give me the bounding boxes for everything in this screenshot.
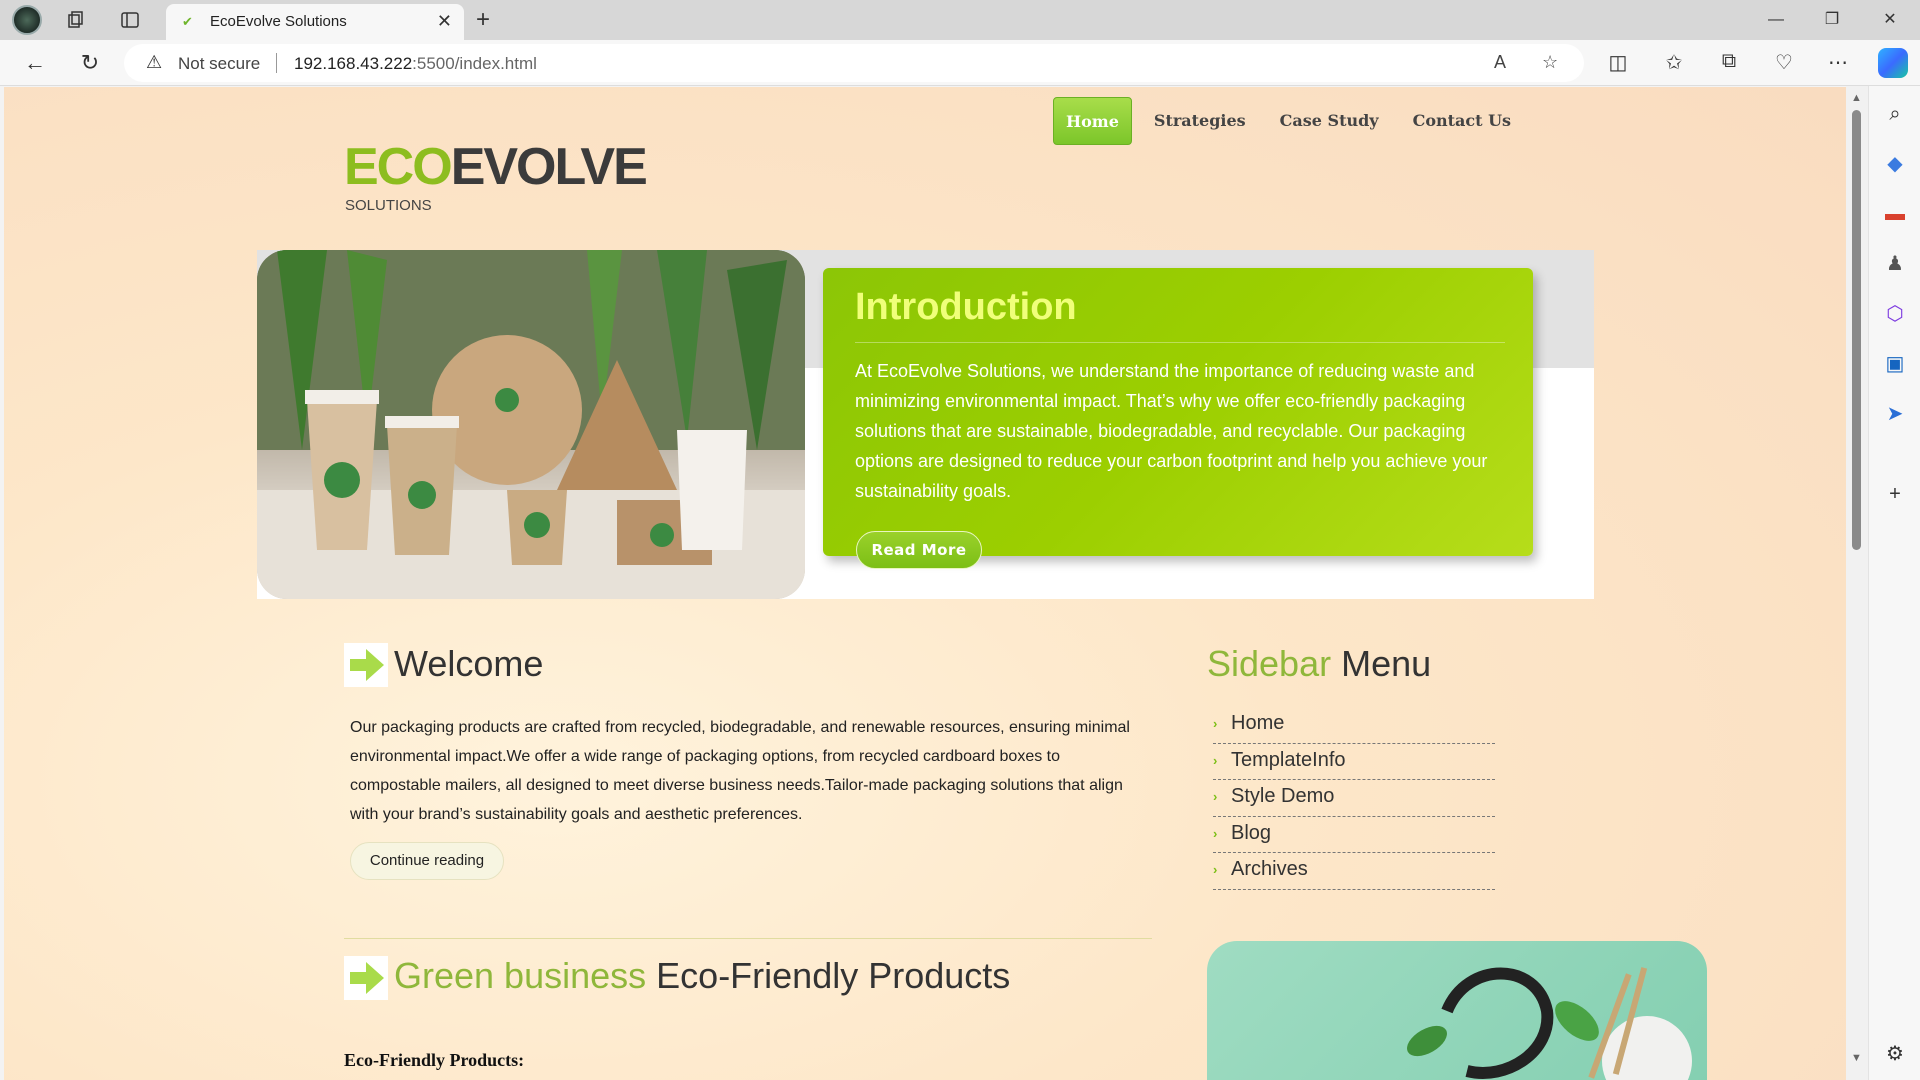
split-screen-icon[interactable]: ◫ [1604, 50, 1632, 75]
new-tab-icon[interactable]: + [476, 6, 490, 34]
browser-tab[interactable]: ✔ EcoEvolve Solutions ✕ [166, 4, 464, 40]
collections-icon[interactable]: ⧉ [1715, 50, 1743, 73]
browser-essentials-icon[interactable]: ♡ [1770, 50, 1798, 75]
sidebar-heading-dark: Menu [1341, 643, 1432, 684]
url-text[interactable]: 192.168.43.222:5500/index.html [294, 54, 537, 74]
intro-divider [855, 342, 1505, 343]
shopping-tag-icon[interactable]: ◆ [1883, 152, 1907, 176]
sidebar-item-label: Home [1231, 712, 1285, 734]
sidebar-item-style-demo[interactable]: › Style Demo [1213, 780, 1495, 817]
separator [276, 53, 277, 73]
copilot-icon[interactable] [1878, 48, 1908, 78]
eco-products-image [1207, 941, 1707, 1080]
sidebar-item-templateinfo[interactable]: › TemplateInfo [1213, 744, 1495, 780]
outlook-icon[interactable]: ▣ [1883, 352, 1907, 376]
send-icon[interactable]: ➤ [1883, 402, 1907, 426]
url-field[interactable]: ⚠ Not secure 192.168.43.222:5500/index.h… [124, 44, 1584, 82]
minimize-icon[interactable]: — [1756, 6, 1796, 34]
nav-home[interactable]: Home [1053, 97, 1132, 145]
site-logo[interactable]: ECOEVOLVE [344, 137, 648, 197]
url-path: :5500/index.html [412, 54, 537, 73]
logo-eco: ECO [344, 138, 453, 196]
sidebar-item-archives[interactable]: › Archives [1213, 853, 1495, 890]
hero-image-eco-packaging [257, 250, 805, 599]
tab-title: EcoEvolve Solutions [210, 13, 347, 30]
sidebar-item-label: TemplateInfo [1231, 748, 1346, 771]
hero-banner: Introduction At EcoEvolve Solutions, we … [257, 250, 1594, 599]
edge-sidebar: ⌕ ◆ ▬ ♟ ⬡ ▣ ➤ + ⚙ [1868, 86, 1920, 1080]
sidebar-item-home[interactable]: › Home [1213, 707, 1495, 744]
scroll-down-icon[interactable]: ▼ [1851, 1052, 1862, 1064]
sidebar-item-label: Style Demo [1231, 785, 1335, 807]
chevron-right-icon: › [1213, 825, 1218, 841]
chevron-right-icon: › [1213, 862, 1218, 877]
workspaces-icon[interactable] [62, 6, 90, 34]
intro-card: Introduction At EcoEvolve Solutions, we … [823, 268, 1533, 569]
favorites-icon[interactable]: ✩ [1660, 50, 1688, 75]
nav-strategies[interactable]: Strategies [1142, 97, 1258, 145]
add-icon[interactable]: + [1883, 482, 1907, 506]
more-menu-icon[interactable]: ⋯ [1824, 50, 1852, 75]
sidebar-heading: Sidebar Menu [1207, 643, 1431, 685]
continue-reading-button[interactable]: Continue reading [350, 842, 504, 880]
logo-subtitle: SOLUTIONS [345, 197, 432, 214]
green-heading-green: Green business [394, 955, 647, 996]
green-business-heading: Green business Eco-Friendly Products [394, 955, 1010, 997]
search-icon[interactable]: ⌕ [1883, 102, 1907, 126]
vertical-tabs-icon[interactable] [116, 6, 144, 34]
scroll-up-icon[interactable]: ▲ [1851, 92, 1862, 104]
favorite-star-icon[interactable]: ☆ [1542, 52, 1558, 73]
nav-contact-us[interactable]: Contact Us [1401, 97, 1523, 145]
refresh-icon[interactable]: ↻ [75, 49, 105, 79]
restore-icon[interactable]: ❐ [1812, 6, 1852, 34]
main-nav: Home Strategies Case Study Contact Us [1053, 97, 1523, 145]
back-icon[interactable]: ← [20, 49, 50, 79]
sidebar-item-blog[interactable]: › Blog [1213, 817, 1495, 853]
chevron-right-icon: › [1213, 789, 1218, 804]
url-host: 192.168.43.222 [294, 54, 413, 73]
tools-icon[interactable]: ▬ [1883, 202, 1907, 226]
scroll-thumb[interactable] [1852, 110, 1861, 550]
profile-avatar[interactable] [12, 5, 42, 35]
read-more-button[interactable]: Read More [856, 531, 982, 569]
sidebar-item-label: Archives [1231, 858, 1308, 880]
sidebar-heading-green: Sidebar [1207, 643, 1332, 684]
page-scrollbar[interactable]: ▲ ▼ [1846, 86, 1868, 1080]
close-tab-icon[interactable]: ✕ [437, 11, 452, 32]
games-icon[interactable]: ♟ [1883, 252, 1907, 276]
welcome-heading: Welcome [394, 643, 544, 684]
read-aloud-icon[interactable]: A [1494, 52, 1506, 73]
leaf-icon: ✔ [182, 14, 193, 29]
page-viewport: Home Strategies Case Study Contact Us EC… [4, 87, 1846, 1080]
warning-icon[interactable]: ⚠ [146, 52, 162, 73]
chevron-right-icon: › [1213, 752, 1218, 768]
office-icon[interactable]: ⬡ [1883, 302, 1907, 326]
nav-case-study[interactable]: Case Study [1268, 97, 1391, 145]
arrow-right-icon [344, 643, 388, 687]
settings-gear-icon[interactable]: ⚙ [1883, 1042, 1907, 1066]
sidebar-menu: › Home › TemplateInfo › Style Demo › Blog › A… [1213, 707, 1495, 890]
sidebar-item-label: Blog [1231, 821, 1272, 844]
section-divider [344, 938, 1152, 939]
chevron-right-icon: › [1213, 716, 1218, 731]
green-heading-dark: Eco-Friendly Products [656, 955, 1011, 996]
tab-bar: ✔ EcoEvolve Solutions ✕ + — ❐ ✕ [0, 0, 1920, 40]
welcome-text: Our packaging products are crafted from … [350, 719, 1130, 823]
products-subheading: Eco-Friendly Products: [344, 1050, 525, 1070]
close-window-icon[interactable]: ✕ [1870, 6, 1910, 34]
security-label[interactable]: Not secure [178, 54, 260, 74]
intro-text: At EcoEvolve Solutions, we understand th… [855, 361, 1488, 501]
arrow-right-icon [344, 956, 388, 1000]
address-bar: ← ↻ ⚠ Not secure 192.168.43.222:5500/ind… [0, 40, 1920, 86]
logo-evolve: EVOLVE [450, 138, 648, 196]
intro-title: Introduction [855, 286, 1077, 328]
